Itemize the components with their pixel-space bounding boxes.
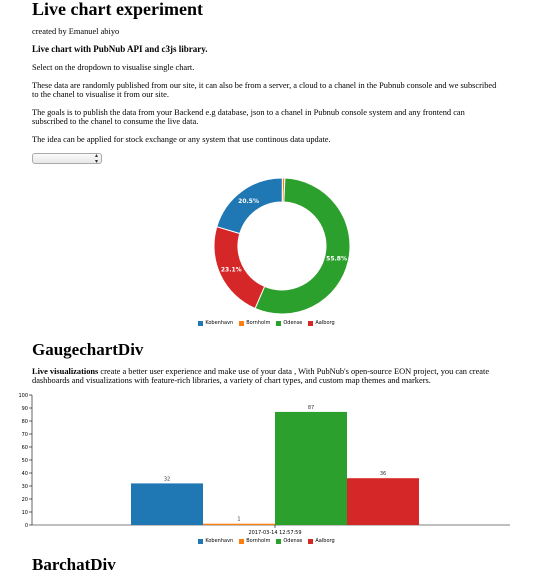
bar-odense[interactable]: [275, 411, 347, 525]
legend-swatch: [308, 538, 314, 544]
page: Live chart experiment created by Emanuel…: [0, 0, 510, 574]
gauge-lead-bold: Live visualizations: [32, 367, 99, 376]
y-tick-label: 50: [22, 458, 28, 464]
bar-chart: 0 10 20 30 40 50 60 70 80 90 100 32 1 87 36 2017-03-14 …: [18, 393, 510, 536]
legend-label: Bornholm: [246, 538, 271, 544]
y-tick-label: 70: [22, 432, 28, 438]
gauge-section-text: Live visualizations create a better user…: [32, 367, 501, 385]
legend-label: Kobenhavn: [205, 538, 234, 544]
legend-label: Bornholm: [246, 320, 271, 326]
legend-swatch: [276, 320, 282, 326]
legend-swatch: [276, 538, 282, 544]
bar-data-label: 87: [308, 405, 314, 411]
updown-arrows-icon: ▴ ▾: [94, 152, 98, 165]
bar-legend: Kobenhavn Bornholm Odense Aalborg: [32, 538, 501, 544]
donut-data-label: 20.5%: [238, 198, 259, 205]
legend-swatch: [198, 538, 204, 544]
y-tick-label: 20: [22, 497, 28, 503]
legend-label: Odense: [283, 538, 303, 544]
donut-data-label: 55.8%: [326, 255, 347, 262]
y-tick-label: 40: [22, 471, 28, 477]
y-tick-label: 10: [22, 510, 28, 516]
gauge-lead-rest: create a better user experience and make…: [32, 367, 490, 385]
y-tick-label: 30: [22, 484, 28, 490]
legend-label: Odense: [283, 320, 303, 326]
bar-legend-item[interactable]: Odense: [276, 538, 302, 544]
donut-chart: 55.8% 23.1% 20.5%: [213, 177, 351, 315]
bar-data-label: 32: [164, 476, 170, 482]
y-tick-label: 0: [25, 523, 28, 529]
bar-data-label: 36: [380, 471, 386, 477]
bar-legend-item[interactable]: Bornholm: [239, 538, 270, 544]
legend-label: Kobenhavn: [205, 320, 234, 326]
intro-paragraph-4: The idea can be applied for stock exchan…: [32, 135, 331, 144]
byline: created by Emanuel abiyo: [32, 27, 120, 36]
donut-legend: Kobenhavn Bornholm Odense Aalborg: [32, 320, 501, 326]
gauge-section-title: GaugechartDiv: [32, 340, 144, 359]
donut-legend-item[interactable]: Odense: [276, 320, 302, 326]
bar-kobenhavn[interactable]: [131, 483, 203, 525]
bar-legend-item[interactable]: Aalborg: [308, 538, 335, 544]
page-title: Live chart experiment: [32, 0, 203, 19]
donut-legend-item[interactable]: Bornholm: [239, 320, 270, 326]
subtitle: Live chart with PubNub API and c3js libr…: [32, 44, 208, 54]
donut-legend-item[interactable]: Kobenhavn: [198, 320, 233, 326]
legend-swatch: [308, 320, 314, 326]
y-tick-label: 90: [22, 406, 28, 412]
y-tick-label: 100: [18, 393, 28, 399]
intro-paragraph-1: Select on the dropdown to visualise sing…: [32, 63, 195, 72]
bar-bornholm[interactable]: [203, 523, 275, 525]
bar-data-label: 1: [237, 517, 240, 523]
donut-data-label: 23.1%: [221, 267, 242, 274]
x-tick-label: 2017-03-14 12:57:59: [248, 530, 301, 536]
intro-paragraph-3: The goals is to publish the data from yo…: [32, 108, 465, 126]
y-tick-label: 80: [22, 419, 28, 425]
bar-aalborg[interactable]: [347, 478, 419, 525]
donut-slice-kobenhavn[interactable]: [216, 177, 283, 235]
bar-section-title: BarchatDiv: [32, 555, 116, 574]
bar-legend-item[interactable]: Kobenhavn: [198, 538, 233, 544]
legend-swatch: [198, 320, 204, 326]
chart-select-dropdown[interactable]: ▴ ▾: [32, 152, 102, 165]
y-tick-label: 60: [22, 445, 28, 451]
legend-swatch: [239, 320, 245, 326]
legend-label: Aalborg: [315, 320, 335, 326]
donut-legend-item[interactable]: Aalborg: [308, 320, 335, 326]
intro-paragraph-2: These data are randomly published from o…: [32, 81, 497, 99]
legend-label: Aalborg: [315, 538, 335, 544]
legend-swatch: [239, 538, 245, 544]
